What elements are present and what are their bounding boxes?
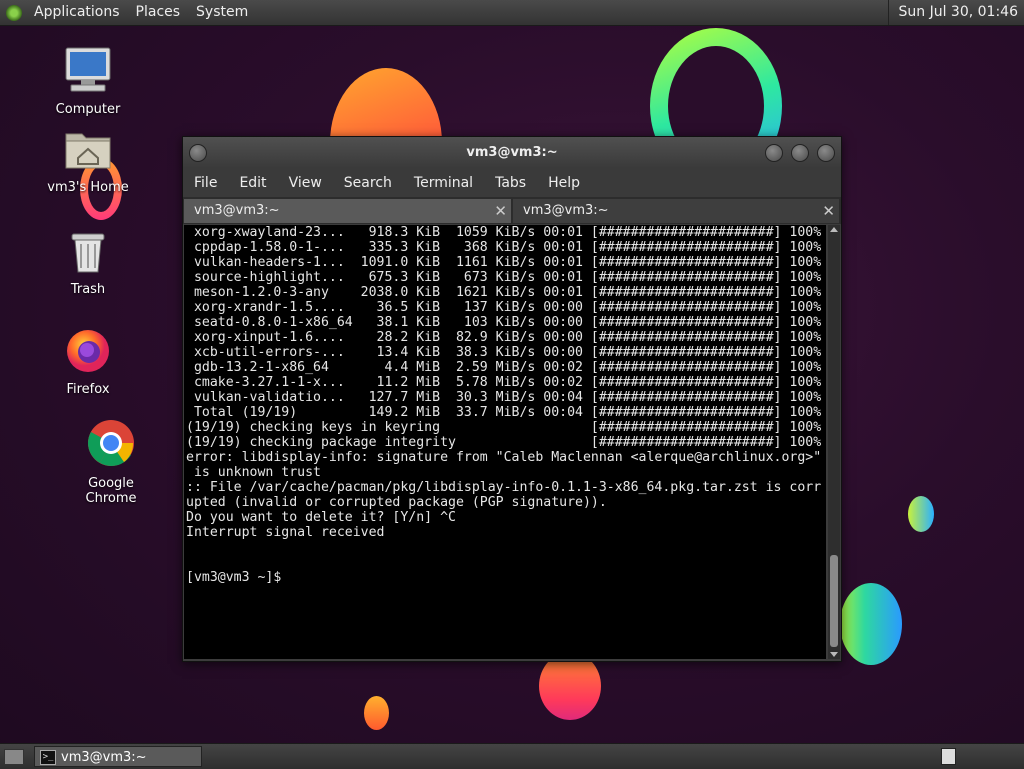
terminal-scrollbar[interactable] — [828, 225, 840, 659]
desktop-icon-home[interactable]: vm3's Home — [38, 128, 138, 195]
menu-search[interactable]: Search — [333, 175, 403, 191]
close-button[interactable] — [817, 144, 835, 162]
tab-close-icon[interactable]: ✕ — [494, 199, 507, 223]
menu-view[interactable]: View — [278, 175, 333, 191]
show-desktop-icon[interactable] — [4, 749, 24, 765]
desktop-icon-label: Firefox — [66, 382, 110, 397]
tab-close-icon[interactable]: ✕ — [822, 199, 835, 223]
home-folder-icon — [65, 133, 111, 169]
scroll-down-arrow-icon[interactable] — [830, 652, 838, 657]
terminal-tabbar: vm3@vm3:~ ✕ vm3@vm3:~ ✕ — [183, 197, 841, 224]
window-titlebar[interactable]: vm3@vm3:~ — [183, 137, 841, 168]
window-menu-button[interactable] — [189, 144, 207, 162]
terminal-text: xorg-xwayland-23... 918.3 KiB 1059 KiB/s… — [186, 225, 822, 585]
desktop-icon-label: Google Chrome — [85, 476, 137, 506]
desktop-icon-label: vm3's Home — [47, 180, 129, 195]
scroll-thumb[interactable] — [830, 555, 838, 647]
desktop-icon-firefox[interactable]: Firefox — [38, 326, 138, 397]
gnome-foot-icon[interactable] — [6, 4, 22, 21]
wallpaper-red-blob — [539, 652, 601, 720]
clock[interactable]: Sun Jul 30, 01:46 — [887, 0, 1018, 25]
terminal-menubar: File Edit View Search Terminal Tabs Help — [183, 168, 841, 197]
firefox-icon — [67, 330, 109, 372]
desktop-icon-trash[interactable]: Trash — [38, 230, 138, 297]
menu-tabs[interactable]: Tabs — [484, 175, 537, 191]
terminal-output[interactable]: xorg-xwayland-23... 918.3 KiB 1059 KiB/s… — [184, 225, 826, 659]
top-panel: Applications Places System Sun Jul 30, 0… — [0, 0, 1024, 26]
window-title: vm3@vm3:~ — [466, 145, 558, 160]
desktop-icon-label: Computer — [55, 102, 121, 117]
menu-terminal[interactable]: Terminal — [403, 175, 484, 191]
scroll-up-arrow-icon[interactable] — [830, 227, 838, 232]
terminal-window[interactable]: vm3@vm3:~ File Edit View Search Terminal… — [182, 136, 842, 662]
maximize-button[interactable] — [791, 144, 809, 162]
computer-icon — [65, 47, 111, 92]
places-menu[interactable]: Places — [128, 0, 189, 25]
minimize-button[interactable] — [765, 144, 783, 162]
system-menu[interactable]: System — [188, 0, 256, 25]
wallpaper-blue-blob — [908, 496, 934, 532]
desktop-icon-chrome[interactable]: Google Chrome — [61, 418, 161, 506]
terminal-icon: >_ — [40, 750, 56, 765]
wallpaper-small-orange-blob — [364, 696, 389, 730]
wallpaper-cyan-blob — [840, 583, 902, 665]
chrome-icon — [88, 420, 134, 467]
tab-label: vm3@vm3:~ — [523, 203, 609, 218]
trash-icon — [71, 233, 105, 273]
bottom-panel: >_ vm3@vm3:~ — [0, 743, 1024, 769]
applications-menu[interactable]: Applications — [26, 0, 128, 25]
workspace-switcher-icon[interactable] — [941, 748, 956, 765]
tab-2[interactable]: vm3@vm3:~ ✕ — [513, 199, 839, 223]
desktop-icon-label: Trash — [70, 282, 106, 297]
menu-help[interactable]: Help — [537, 175, 591, 191]
taskbar-window-label: vm3@vm3:~ — [61, 750, 147, 765]
desktop-icon-computer[interactable]: Computer — [38, 46, 138, 117]
tab-label: vm3@vm3:~ — [194, 203, 280, 218]
taskbar-window-button[interactable]: >_ vm3@vm3:~ — [34, 746, 202, 767]
tab-1[interactable]: vm3@vm3:~ ✕ — [184, 199, 511, 223]
menu-file[interactable]: File — [183, 175, 228, 191]
menu-edit[interactable]: Edit — [228, 175, 277, 191]
